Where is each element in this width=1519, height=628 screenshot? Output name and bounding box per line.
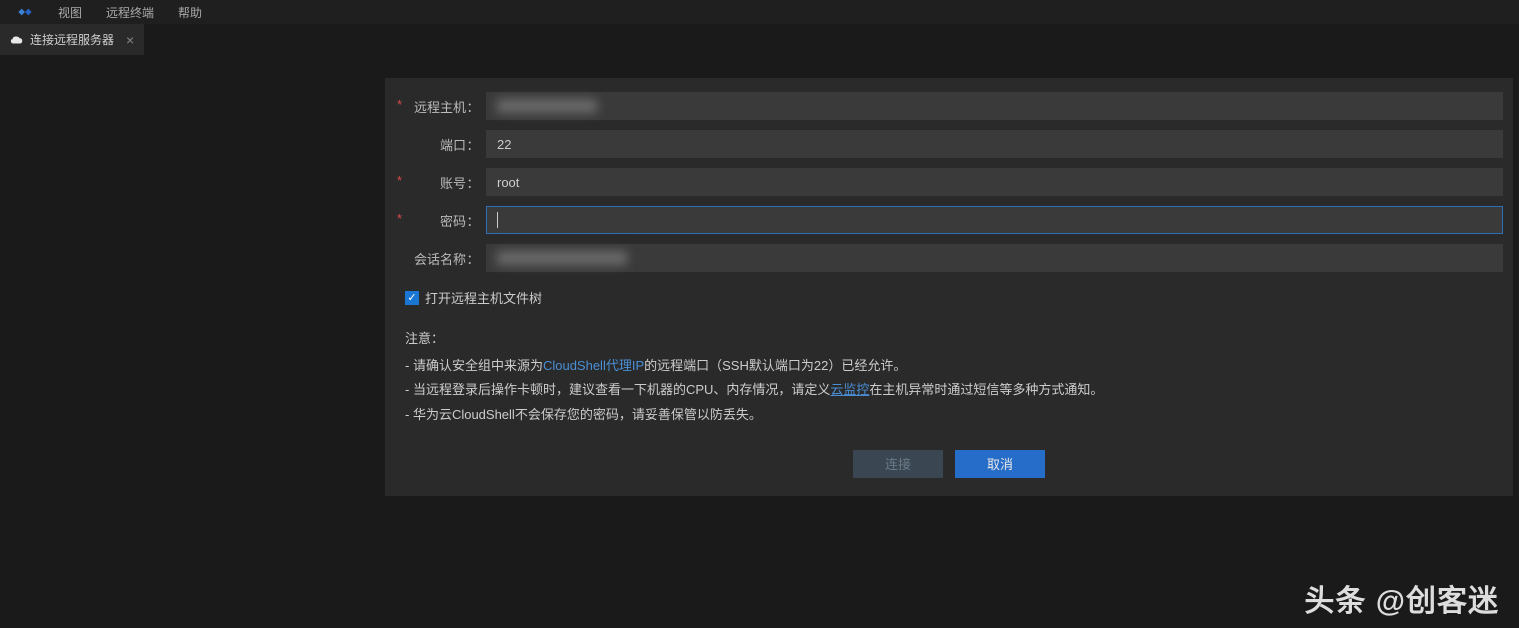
password-input[interactable] [486,206,1503,234]
session-input[interactable] [486,244,1503,272]
link-cloud-monitor[interactable]: 云监控 [830,382,869,397]
row-user: * 账号： [385,168,1513,196]
menu-bar: 视图 远程终端 帮助 [0,0,1519,24]
tab-connect-remote[interactable]: 连接远程服务器 × [0,24,144,55]
button-row: 连接 取消 [385,432,1513,478]
row-session: 会话名称： [385,244,1513,272]
connect-form-panel: * 远程主机： 端口： * 账号： * 密码： [385,78,1513,496]
redacted-session [497,251,627,265]
connect-button[interactable]: 连接 [853,450,943,478]
row-port: 端口： [385,130,1513,158]
redacted-host [497,99,597,113]
cancel-button[interactable]: 取消 [955,450,1045,478]
watermark: 头条 @创客迷 [1304,576,1499,620]
cloud-icon [10,33,24,47]
filetree-checkbox-label: 打开远程主机文件树 [425,288,542,307]
host-label: * 远程主机： [385,97,480,116]
port-label: 端口： [385,135,480,154]
session-label: 会话名称： [385,249,480,268]
user-input[interactable] [486,168,1503,196]
host-input[interactable] [486,92,1503,120]
tab-title: 连接远程服务器 [30,31,114,48]
tab-close-icon[interactable]: × [126,32,134,48]
row-password: * 密码： [385,206,1513,234]
tab-bar: 连接远程服务器 × [0,24,1519,56]
notice-line-2: - 当远程登录后操作卡顿时，建议查看一下机器的CPU、内存情况，请定义云监控在主… [405,378,1493,403]
notice-block: 注意： - 请确认安全组中来源为CloudShell代理IP的远程端口（SSH默… [385,317,1513,432]
notice-line-1: - 请确认安全组中来源为CloudShell代理IP的远程端口（SSH默认端口为… [405,354,1493,379]
notice-title: 注意： [405,327,1493,352]
row-host: * 远程主机： [385,92,1513,120]
app-logo [4,5,46,19]
port-input[interactable] [486,130,1503,158]
content-area: * 远程主机： 端口： * 账号： * 密码： [0,56,1519,628]
row-filetree-checkbox: ✓ 打开远程主机文件树 [385,282,1513,317]
menu-remote-terminal[interactable]: 远程终端 [94,0,166,24]
notice-line-3: - 华为云CloudShell不会保存您的密码，请妥善保管以防丢失。 [405,403,1493,428]
password-label: * 密码： [385,211,480,230]
menu-view[interactable]: 视图 [46,0,94,24]
user-label: * 账号： [385,173,480,192]
text-cursor [497,212,498,228]
link-cloudshell-proxy-ip[interactable]: CloudShell代理IP [543,358,644,373]
menu-help[interactable]: 帮助 [166,0,214,24]
filetree-checkbox[interactable]: ✓ [405,291,419,305]
